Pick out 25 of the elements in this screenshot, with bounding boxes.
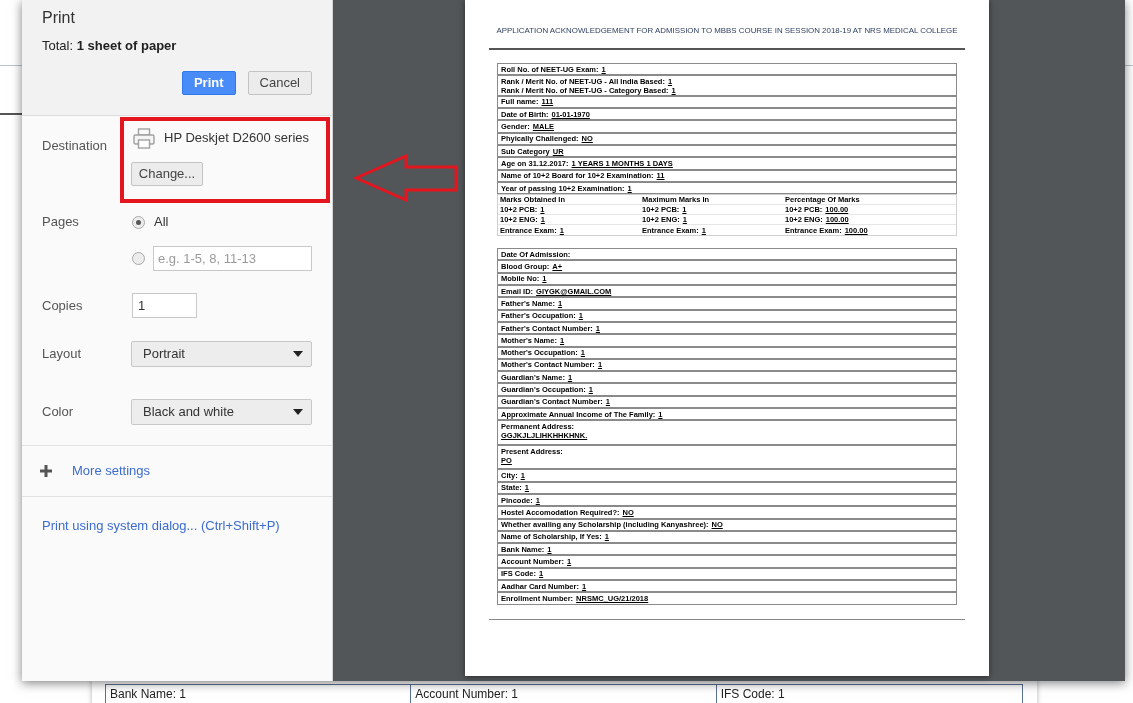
change-button[interactable]: Change... [131, 162, 203, 186]
printer-name: HP Deskjet D2600 series [164, 129, 309, 147]
table-cell: Account Number: 1 [411, 685, 717, 703]
table-cell-text: IFS Code: 1 [719, 686, 786, 703]
table-cell: Bank Name: 1 [106, 685, 412, 703]
layout-dropdown[interactable]: Portrait [131, 341, 312, 367]
cancel-button[interactable]: Cancel [247, 71, 312, 95]
setting-label: Layout [42, 346, 83, 362]
setting-label: Destination [42, 138, 109, 155]
sheet-total: Total: 1 sheet of paper [42, 38, 178, 54]
system-dialog-link[interactable]: Print using system dialog... (Ctrl+Shift+P) [42, 518, 280, 533]
caret-icon [293, 351, 303, 357]
copies-field[interactable]: 1 [132, 293, 197, 318]
radio-button[interactable] [132, 252, 145, 265]
dialog-title: Print [42, 8, 76, 28]
color-dropdown[interactable]: Black and white [131, 399, 312, 425]
setting-label: Pages [42, 214, 80, 231]
more-settings-link[interactable]: More settings [72, 463, 151, 479]
option-label: All [154, 214, 169, 230]
radio-button[interactable] [132, 215, 145, 229]
printer-icon [133, 127, 155, 149]
caret-icon [293, 409, 303, 415]
page-range-field[interactable]: e.g. 1-5, 8, 11-13 [153, 246, 312, 271]
setting-label: Color [42, 404, 75, 420]
setting-label: Copies [42, 297, 84, 314]
